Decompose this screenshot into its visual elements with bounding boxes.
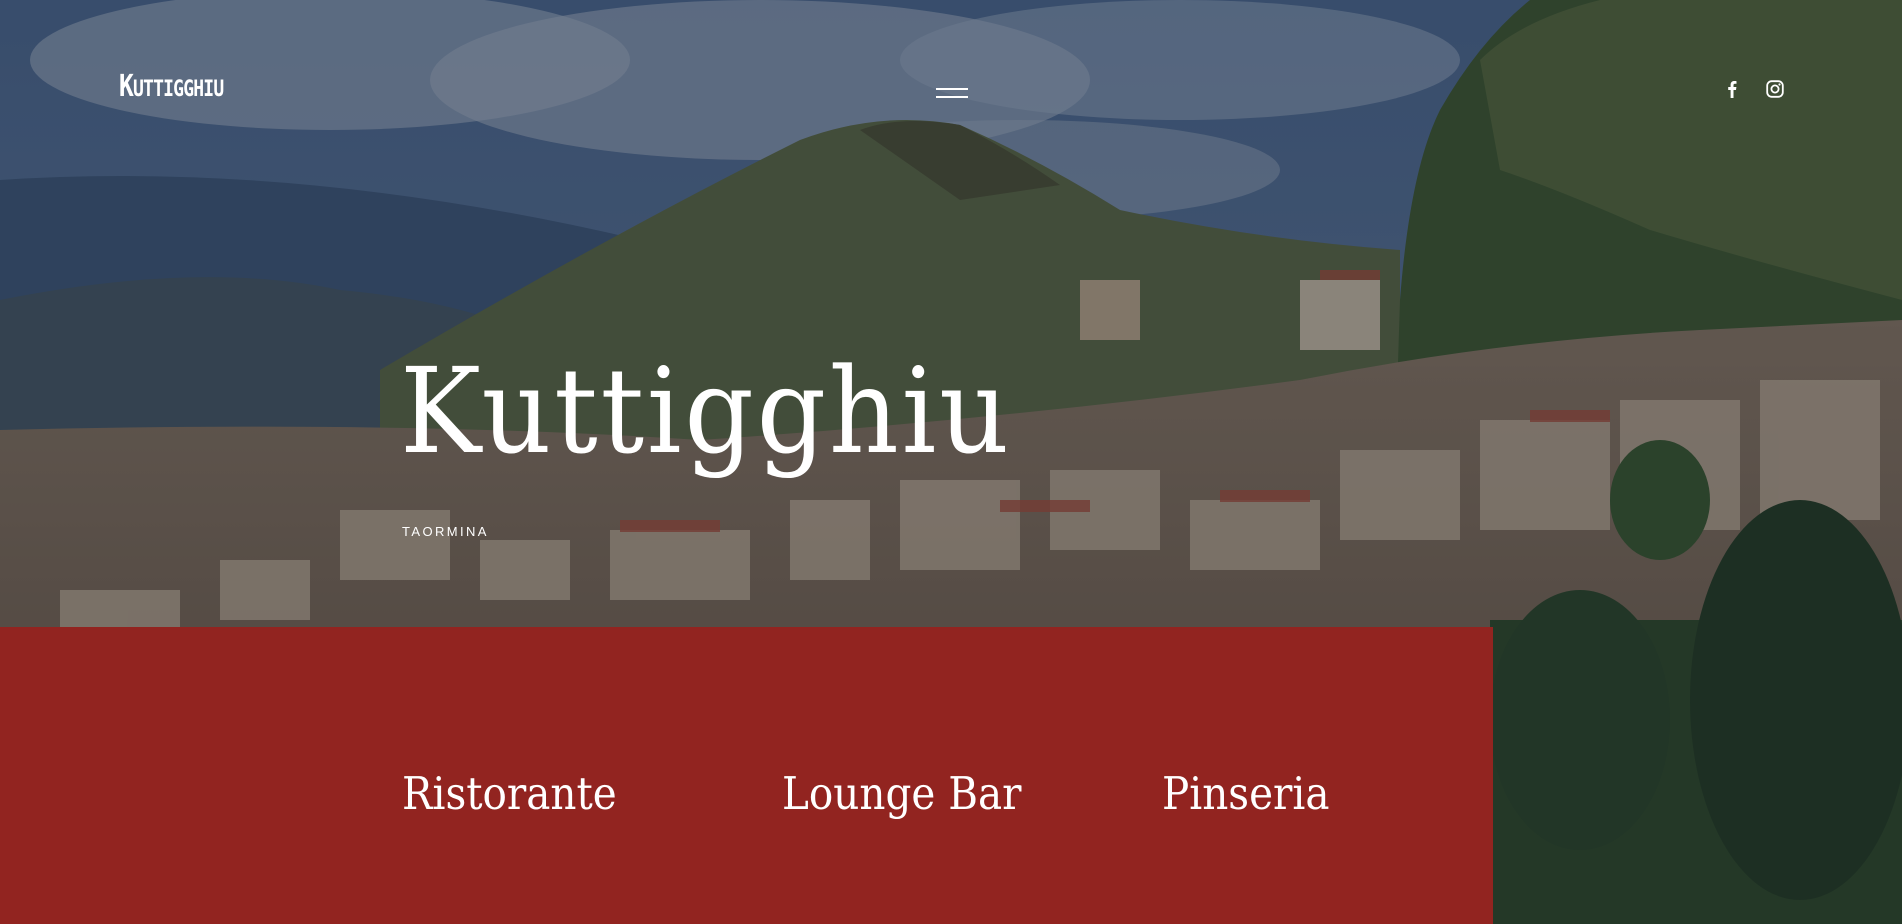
hero-title: Kuttigghiu [400,342,1012,480]
hero-subtitle: TAORMINA [402,524,489,539]
instagram-icon[interactable] [1766,80,1784,103]
site-logo[interactable]: KUTTIGGHIU [119,69,224,105]
hero-section: KUTTIGGHIU Kuttigghiu TAORMINA Ristorant… [0,0,1902,924]
facebook-icon[interactable] [1724,80,1740,103]
logo-initial: K [119,69,134,104]
menu-line-top [936,88,968,90]
link-lounge-bar[interactable]: Lounge Bar [782,766,1021,822]
link-pinseria[interactable]: Pinseria [1162,766,1329,822]
link-ristorante[interactable]: Ristorante [402,766,617,822]
logo-rest: UTTIGGHIU [132,77,224,102]
menu-line-bottom [936,96,968,98]
hamburger-menu-icon[interactable] [936,86,968,102]
